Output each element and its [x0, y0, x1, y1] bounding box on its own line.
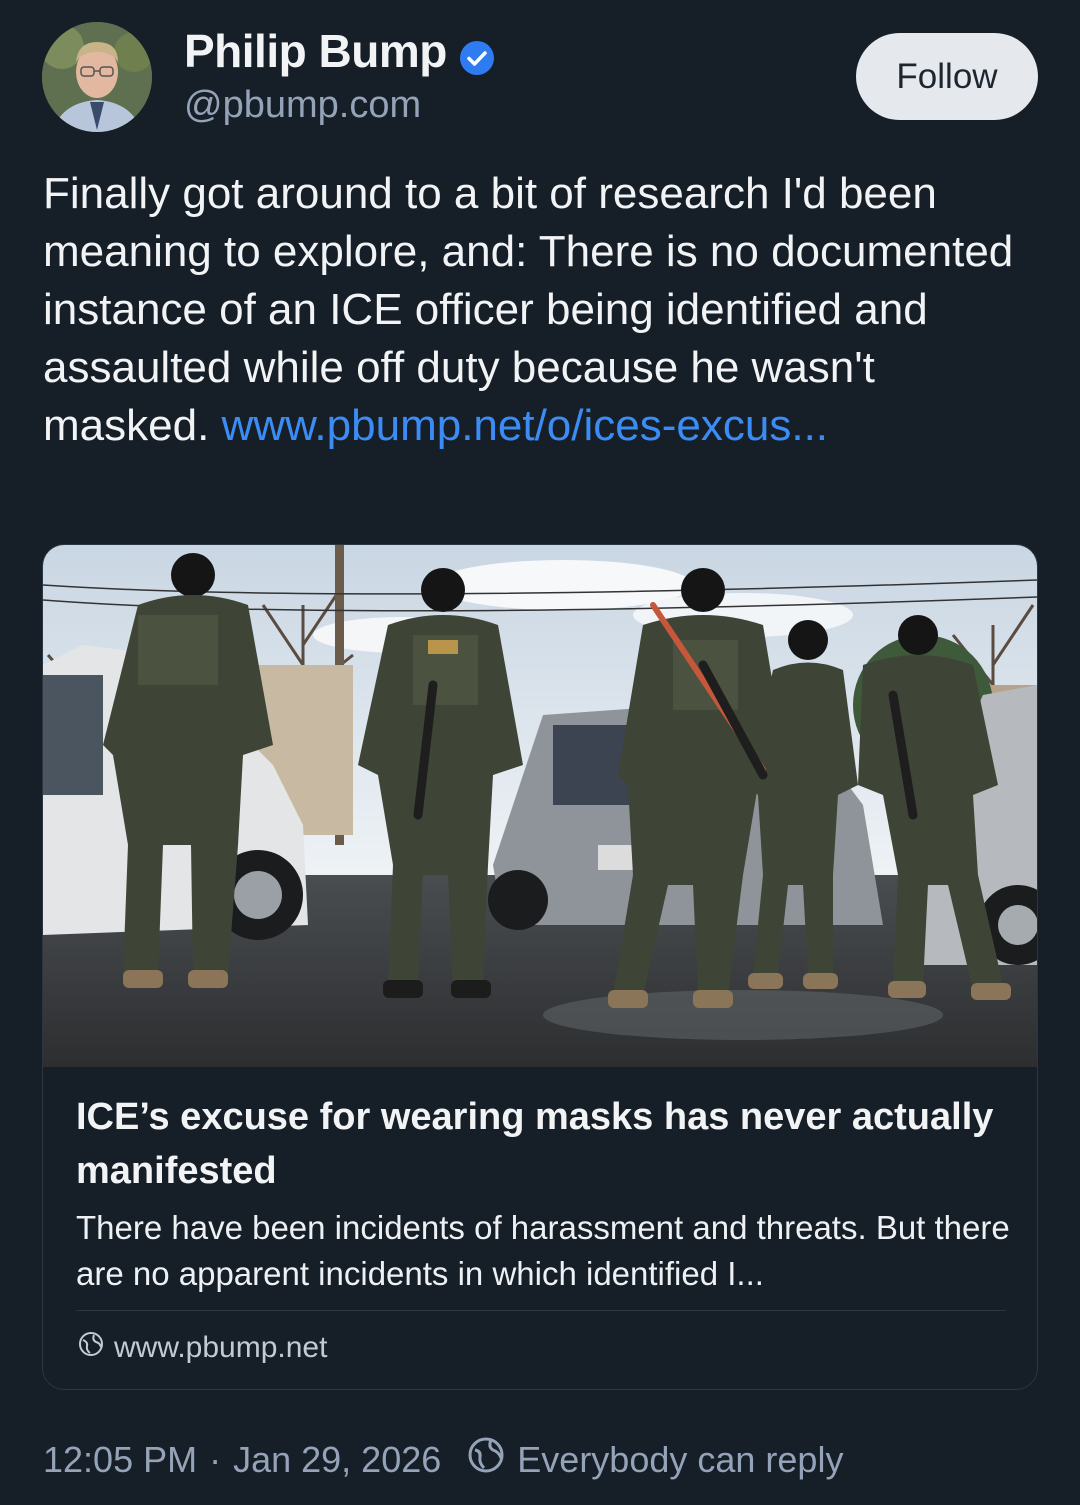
post-time[interactable]: 12:05 PM: [43, 1439, 197, 1481]
link-card-title[interactable]: ICE’s excuse for wearing masks has never…: [76, 1090, 1006, 1198]
post-link[interactable]: www.pbump.net/o/ices-excus...: [222, 401, 828, 450]
link-card[interactable]: ICE’s excuse for wearing masks has never…: [42, 544, 1038, 1390]
avatar-image: [42, 22, 152, 132]
post-date[interactable]: Jan 29, 2026: [233, 1439, 441, 1481]
reply-setting-label[interactable]: Everybody can reply: [517, 1439, 843, 1481]
link-card-domain: www.pbump.net: [114, 1331, 328, 1364]
reply-setting[interactable]: Everybody can reply: [467, 1436, 843, 1483]
verified-badge-icon: [459, 33, 495, 75]
author-name-row[interactable]: Philip Bump: [184, 24, 495, 78]
author-handle[interactable]: @pbump.com: [184, 84, 421, 127]
link-card-description: There have been incidents of harassment …: [76, 1209, 1010, 1292]
link-card-domain-row: www.pbump.net: [78, 1331, 327, 1365]
link-card-image[interactable]: [43, 545, 1037, 1067]
follow-button[interactable]: Follow: [856, 33, 1038, 120]
globe-icon: [78, 1331, 104, 1365]
author-name[interactable]: Philip Bump: [184, 24, 447, 78]
avatar[interactable]: [42, 22, 152, 132]
meta-separator: ·: [209, 1438, 222, 1480]
post: Philip Bump @pbump.com Follow Finally go…: [0, 0, 1080, 1505]
reply-permission-icon: [467, 1436, 505, 1483]
post-meta: 12:05 PM · Jan 29, 2026 Everybody can re…: [43, 1436, 843, 1483]
link-card-divider: [76, 1310, 1006, 1311]
post-text: Finally got around to a bit of research …: [43, 165, 1043, 455]
